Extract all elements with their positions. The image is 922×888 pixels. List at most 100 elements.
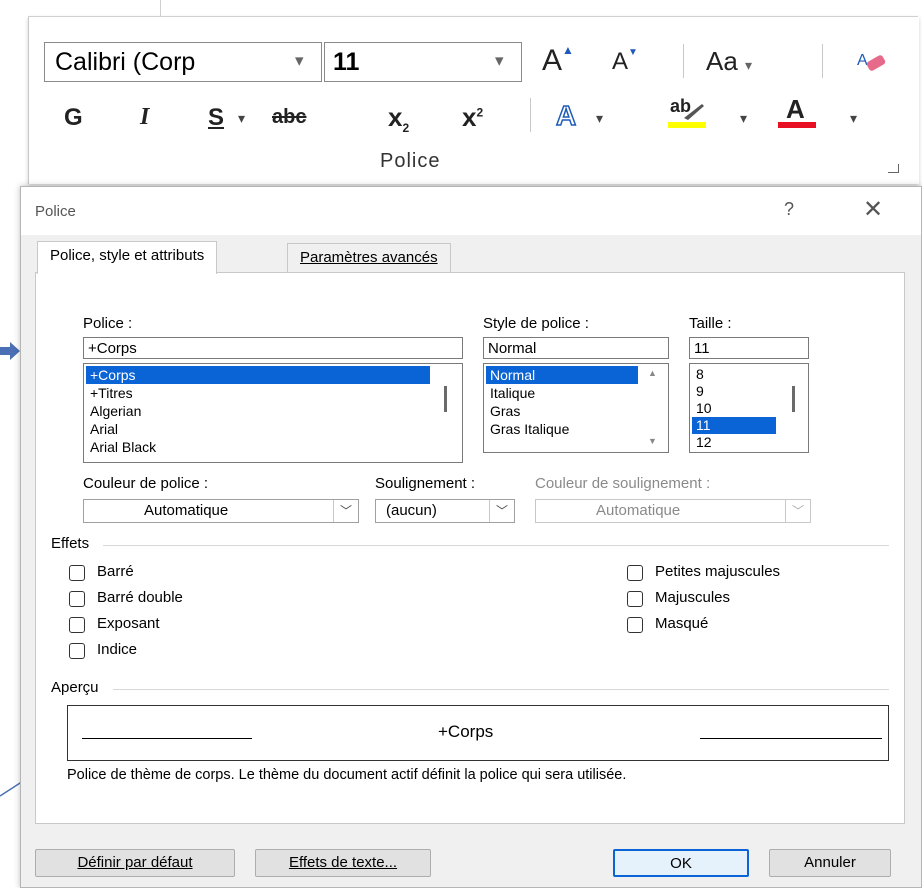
highlight-icon[interactable]: ab <box>668 96 708 130</box>
preview-description: Police de thème de corps. Le thème du do… <box>67 767 627 783</box>
grow-font-icon[interactable]: A▲ <box>542 43 574 78</box>
chevron-down-icon[interactable]: ▾ <box>596 110 603 127</box>
list-item[interactable]: Normal <box>486 366 638 384</box>
underline-value: (aucun) <box>386 502 437 519</box>
underline-color-combo[interactable]: Automatique ﹀ <box>535 499 811 523</box>
chevron-down-icon[interactable]: ▾ <box>850 110 857 127</box>
chevron-down-icon[interactable]: ▾ <box>295 51 304 71</box>
underline-color-label: Couleur de soulignement : <box>535 475 711 492</box>
font-name-input[interactable]: +Corps <box>83 337 463 359</box>
clear-formatting-icon[interactable]: A <box>855 48 889 74</box>
ribbon-separator <box>530 98 531 132</box>
strikethrough-checkbox[interactable] <box>69 565 85 581</box>
small-caps-label: Petites majuscules <box>655 563 781 580</box>
font-size-value: 11 <box>333 48 360 76</box>
underline-label: Soulignement : <box>375 475 476 492</box>
chevron-down-icon[interactable]: ▾ <box>740 110 747 127</box>
arrow-right-icon <box>0 342 22 360</box>
ok-button[interactable]: OK <box>613 849 749 877</box>
underline-color-value: Automatique <box>596 502 681 519</box>
list-item[interactable]: +Corps <box>86 366 430 384</box>
tab-font-label: Police, style et attributs <box>50 247 205 264</box>
ribbon-tab-edge <box>160 0 161 16</box>
italic-icon[interactable]: I <box>140 104 149 131</box>
font-color-label: Couleur de police : <box>83 475 209 492</box>
font-name-value: Calibri (Corp <box>55 48 196 76</box>
change-case-icon[interactable]: Aa ▾ <box>706 46 752 77</box>
style-listbox[interactable]: Normal Italique Gras Gras Italique ▲ ▼ <box>483 363 669 453</box>
style-input[interactable]: Normal <box>483 337 669 359</box>
text-effects-button[interactable]: Effets de texte... <box>255 849 431 877</box>
list-item[interactable]: Arial Black <box>86 438 430 456</box>
font-color-value: Automatique <box>144 502 229 519</box>
size-input[interactable]: 11 <box>689 337 809 359</box>
chevron-down-icon[interactable]: ﹀ <box>785 500 810 522</box>
hidden-checkbox[interactable] <box>627 617 643 633</box>
subscript-checkbox[interactable] <box>69 643 85 659</box>
dialog-title: Police <box>35 203 76 220</box>
double-strikethrough-label: Barré double <box>97 589 183 606</box>
list-item[interactable]: Algerian <box>86 402 430 420</box>
set-default-button[interactable]: Définir par défaut <box>35 849 235 877</box>
scrollbar-thumb[interactable] <box>444 386 447 412</box>
list-item[interactable]: 12 <box>692 434 776 451</box>
ok-label: OK <box>670 855 692 872</box>
font-listbox[interactable]: +Corps +Titres Algerian Arial Arial Blac… <box>83 363 463 463</box>
strikethrough-icon[interactable]: abc <box>272 106 306 129</box>
tab-advanced-label: Paramètres avancés <box>300 249 438 266</box>
underline-combo[interactable]: (aucun) ﹀ <box>375 499 515 523</box>
cancel-button[interactable]: Annuler <box>769 849 891 877</box>
close-icon[interactable]: ✕ <box>863 195 883 224</box>
subscript-label: Indice <box>97 641 138 658</box>
underline-icon[interactable]: S <box>208 104 224 132</box>
list-item[interactable]: Italique <box>486 384 638 402</box>
font-color-combo[interactable]: Automatique ﹀ <box>83 499 359 523</box>
text-effects-icon[interactable]: A <box>555 99 577 132</box>
dialog-launcher-icon[interactable] <box>888 164 899 173</box>
cancel-label: Annuler <box>804 854 856 871</box>
list-item[interactable]: 8 <box>692 366 776 383</box>
list-item[interactable]: Arial <box>86 420 430 438</box>
size-list: 8 9 10 11 12 <box>692 366 776 451</box>
tab-advanced[interactable]: Paramètres avancés <box>287 243 451 272</box>
superscript-label: Exposant <box>97 615 160 632</box>
list-item[interactable]: +Titres <box>86 384 430 402</box>
font-list: +Corps +Titres Algerian Arial Arial Blac… <box>86 366 430 456</box>
set-default-label: Définir par défaut <box>77 854 193 871</box>
superscript-checkbox[interactable] <box>69 617 85 633</box>
list-item[interactable]: 10 <box>692 400 776 417</box>
list-item[interactable]: Gras Italique <box>486 420 638 438</box>
size-listbox[interactable]: 8 9 10 11 12 <box>689 363 809 453</box>
shrink-font-icon[interactable]: A▼ <box>612 47 638 76</box>
subscript-icon[interactable]: x2 <box>388 102 409 135</box>
help-icon[interactable]: ? <box>784 199 794 220</box>
bold-icon[interactable]: G <box>64 104 83 132</box>
font-color-icon[interactable]: A <box>778 94 818 130</box>
small-caps-checkbox[interactable] <box>627 565 643 581</box>
scrollbar-thumb[interactable] <box>792 386 795 412</box>
chevron-down-icon[interactable]: ▾ <box>238 110 245 127</box>
preview-line-right <box>700 738 882 739</box>
strikethrough-label: Barré <box>97 563 134 580</box>
font-size-combo[interactable]: 11 ▾ <box>324 42 522 82</box>
ribbon-separator <box>683 44 684 78</box>
font-name-combo[interactable]: Calibri (Corp ▾ <box>44 42 322 82</box>
list-item[interactable]: 11 <box>692 417 776 434</box>
scroll-down-icon[interactable]: ▼ <box>648 436 657 446</box>
font-label: Police : <box>83 315 133 332</box>
ribbon-top-border <box>28 16 918 17</box>
chevron-down-icon[interactable]: ﹀ <box>489 500 514 522</box>
superscript-icon[interactable]: x2 <box>462 102 483 133</box>
double-strikethrough-checkbox[interactable] <box>69 591 85 607</box>
scroll-up-icon[interactable]: ▲ <box>648 368 657 378</box>
all-caps-checkbox[interactable] <box>627 591 643 607</box>
hidden-label: Masqué <box>655 615 709 632</box>
chevron-down-icon[interactable]: ﹀ <box>333 500 358 522</box>
list-item[interactable]: Gras <box>486 402 638 420</box>
chevron-down-icon[interactable]: ▾ <box>495 51 504 71</box>
tab-font[interactable]: Police, style et attributs <box>37 241 218 274</box>
svg-text:A: A <box>857 52 868 69</box>
effects-title: Effets <box>51 535 90 552</box>
list-item[interactable]: 9 <box>692 383 776 400</box>
preview-title: Aperçu <box>51 679 99 696</box>
